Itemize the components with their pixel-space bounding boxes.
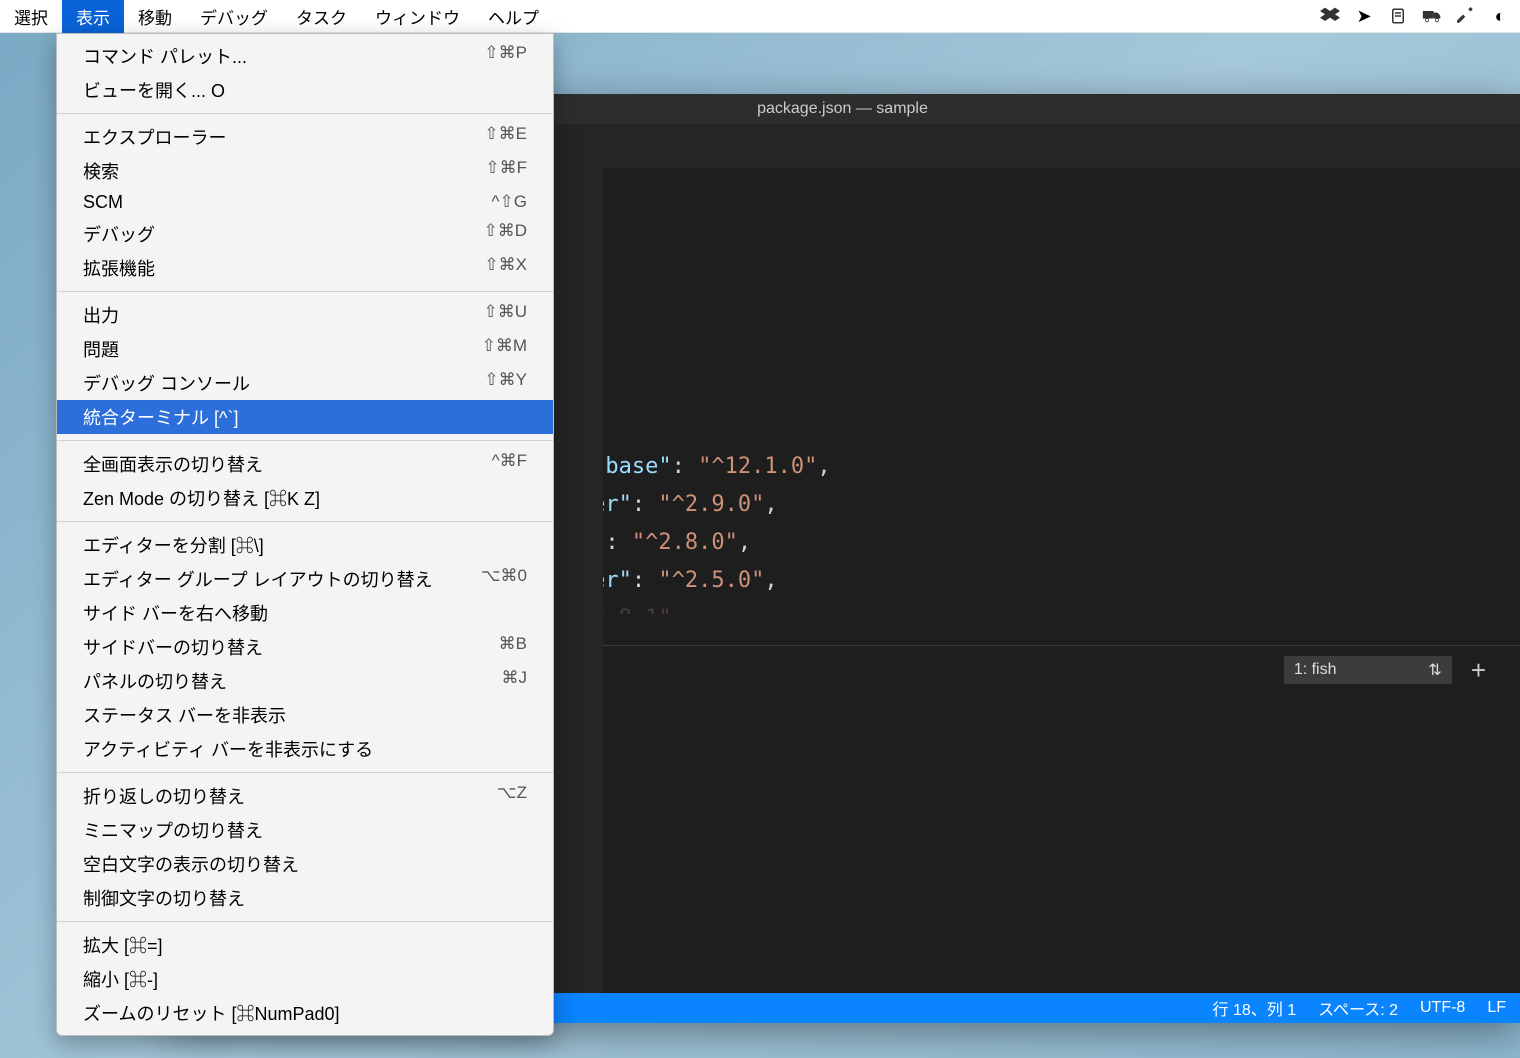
menubar-item-選択[interactable]: 選択: [0, 0, 62, 35]
status-cursor-pos[interactable]: 行 18、列 1: [1213, 996, 1297, 1020]
menu-item[interactable]: 出力⇧⌘U: [57, 298, 553, 332]
terminal-selector[interactable]: 1: fish⇅: [1283, 655, 1453, 685]
menubar-item-ウィンドウ[interactable]: ウィンドウ: [361, 0, 474, 35]
menu-item[interactable]: ズームのリセット [⌘NumPad0]: [57, 996, 553, 1030]
tools-icon[interactable]: [1456, 6, 1476, 26]
menubar-item-タスク[interactable]: タスク: [282, 0, 361, 35]
menubar-item-ヘルプ[interactable]: ヘルプ: [474, 0, 553, 35]
menubar-item-デバッグ[interactable]: デバッグ: [186, 0, 282, 35]
status-encoding[interactable]: UTF-8: [1420, 996, 1465, 1020]
new-terminal-icon[interactable]: +: [1471, 655, 1486, 686]
menu-item[interactable]: Zen Mode の切り替え [⌘K Z]: [57, 481, 553, 515]
menu-item[interactable]: 拡大 [⌘=]: [57, 928, 553, 962]
menu-item[interactable]: エディターを分割 [⌘\]: [57, 528, 553, 562]
menu-item[interactable]: エディター グループ レイアウトの切り替え⌥⌘0: [57, 562, 553, 596]
dropbox-icon[interactable]: [1320, 6, 1340, 26]
menu-separator: [57, 291, 553, 292]
truck-icon[interactable]: [1422, 6, 1442, 26]
clipboard-icon[interactable]: [1388, 6, 1408, 26]
menubar-item-表示[interactable]: 表示: [62, 0, 124, 35]
menu-item[interactable]: 折り返しの切り替え⌥Z: [57, 779, 553, 813]
menu-item[interactable]: 拡張機能⇧⌘X: [57, 251, 553, 285]
status-eol[interactable]: LF: [1487, 996, 1506, 1020]
menubar-item-移動[interactable]: 移動: [124, 0, 186, 35]
menu-item[interactable]: コマンド パレット...⇧⌘P: [57, 39, 553, 73]
status-spaces[interactable]: スペース: 2: [1318, 996, 1398, 1020]
menu-item[interactable]: ステータス バーを非表示: [57, 698, 553, 732]
menu-separator: [57, 113, 553, 114]
menu-item[interactable]: デバッグ⇧⌘D: [57, 217, 553, 251]
menu-item[interactable]: アクティビティ バーを非表示にする: [57, 732, 553, 766]
menu-separator: [57, 521, 553, 522]
view-menu-dropdown: コマンド パレット...⇧⌘Pビューを開く... O エクスプローラー⇧⌘E検索⇧…: [56, 33, 554, 1036]
menu-item[interactable]: サイドバーの切り替え⌘B: [57, 630, 553, 664]
menu-item[interactable]: 制御文字の切り替え: [57, 881, 553, 915]
menu-item[interactable]: パネルの切り替え⌘J: [57, 664, 553, 698]
menu-item[interactable]: サイド バーを右へ移動: [57, 596, 553, 630]
menu-separator: [57, 772, 553, 773]
menu-item[interactable]: デバッグ コンソール⇧⌘Y: [57, 366, 553, 400]
menu-item[interactable]: ミニマップの切り替え: [57, 813, 553, 847]
menu-item[interactable]: 空白文字の表示の切り替え: [57, 847, 553, 881]
menu-item[interactable]: 問題⇧⌘M: [57, 332, 553, 366]
circle-icon[interactable]: ◐: [1490, 6, 1510, 26]
menu-item[interactable]: 全画面表示の切り替え^⌘F: [57, 447, 553, 481]
menubar-tray: ➤ ◐: [1320, 6, 1510, 26]
menu-item[interactable]: SCM^⇧G: [57, 188, 553, 217]
menu-separator: [57, 440, 553, 441]
menu-item[interactable]: 検索⇧⌘F: [57, 154, 553, 188]
mac-menubar: 選択表示移動デバッグタスクウィンドウヘルプ ➤ ◐: [0, 0, 1520, 33]
location-icon[interactable]: ➤: [1354, 6, 1374, 26]
menu-item[interactable]: ビューを開く... O: [57, 73, 553, 107]
menu-item[interactable]: 縮小 [⌘-]: [57, 962, 553, 996]
menu-separator: [57, 921, 553, 922]
menu-item[interactable]: 統合ターミナル [^`]: [57, 400, 553, 434]
menu-item[interactable]: エクスプローラー⇧⌘E: [57, 120, 553, 154]
